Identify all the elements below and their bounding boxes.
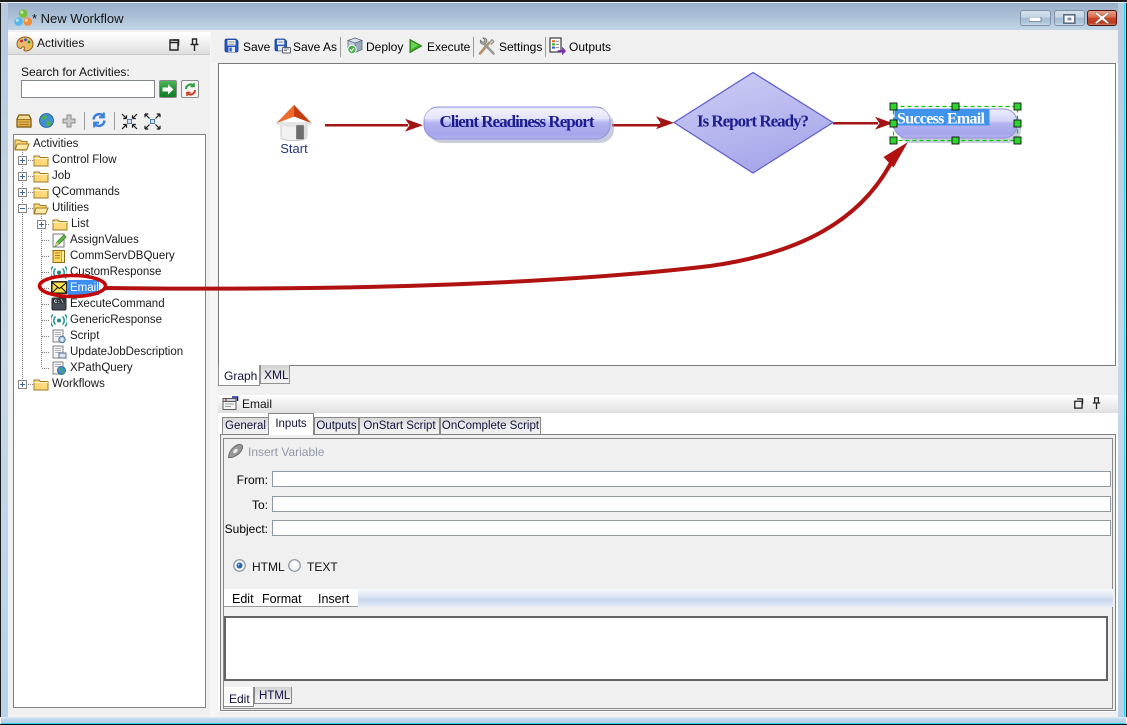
svg-text:Client Readiness Report: Client Readiness Report bbox=[440, 112, 595, 131]
svg-text:Success Email: Success Email bbox=[897, 111, 986, 128]
svg-text:Is Report Ready?: Is Report Ready? bbox=[697, 112, 809, 131]
svg-text:Start: Start bbox=[280, 141, 308, 156]
svg-text:C:\: C:\ bbox=[54, 299, 64, 305]
